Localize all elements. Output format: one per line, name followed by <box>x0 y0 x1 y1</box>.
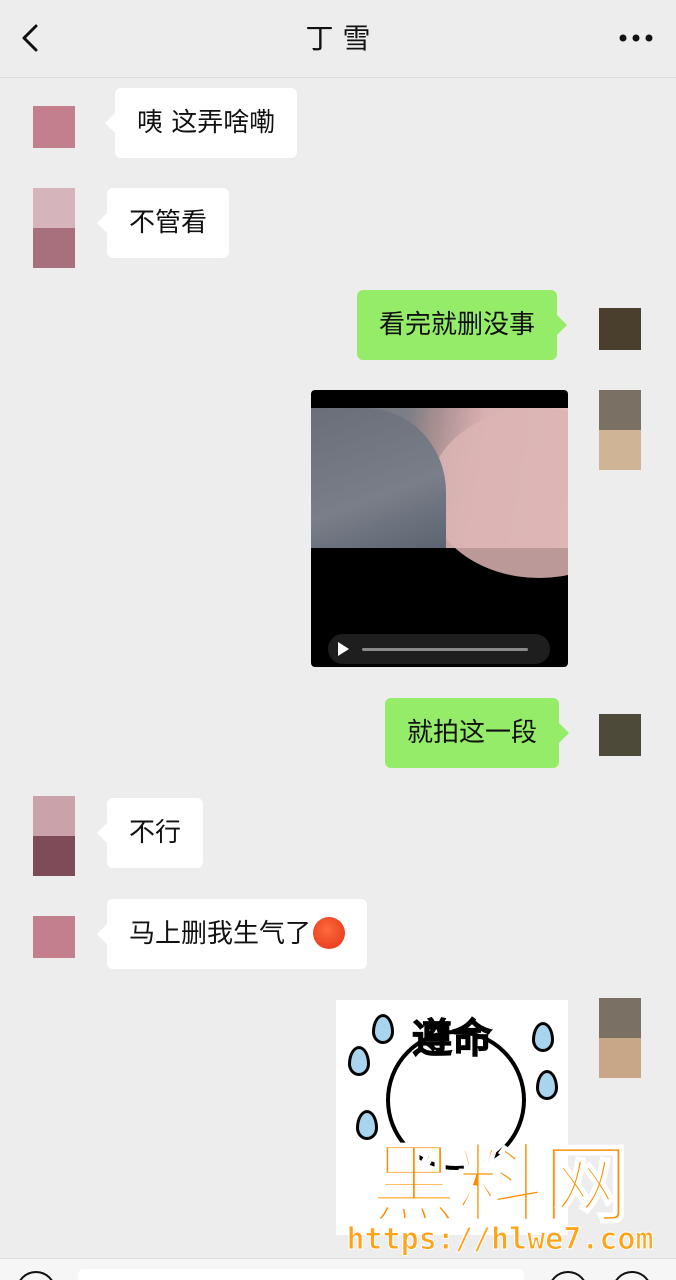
contact-avatar[interactable] <box>33 796 75 876</box>
add-button[interactable] <box>612 1271 652 1280</box>
sticker-caption: 遵命 <box>412 1016 493 1063</box>
chat-header: 丁 雪 <box>0 0 676 78</box>
contact-avatar[interactable] <box>33 916 75 958</box>
more-dots-icon <box>619 34 653 42</box>
contact-avatar[interactable] <box>33 188 75 268</box>
message-bubble-incoming[interactable]: 不管看 <box>96 188 230 258</box>
message-bubble-incoming[interactable]: 马上删我生气了 <box>96 899 368 969</box>
input-bar <box>0 1258 676 1280</box>
video-thumbnail <box>311 408 568 578</box>
emoji-button[interactable] <box>548 1271 588 1280</box>
watermark-url: https://hlwe7.com <box>346 1222 654 1258</box>
chat-title: 丁 雪 <box>305 22 371 55</box>
message-bubble-incoming[interactable]: 咦 这弄啥嘞 <box>104 88 298 158</box>
video-controls[interactable] <box>328 634 550 664</box>
more-button[interactable] <box>618 28 654 48</box>
my-avatar[interactable] <box>599 714 641 756</box>
my-avatar[interactable] <box>599 998 641 1078</box>
message-bubble-outgoing[interactable]: 看完就删没事 <box>357 290 568 360</box>
my-avatar[interactable] <box>599 308 641 350</box>
video-progress-bar[interactable] <box>362 648 528 651</box>
message-bubble-incoming[interactable]: 不行 <box>96 798 204 868</box>
sweat-drop-icon <box>536 1070 558 1100</box>
message-text: 马上删我生气了 <box>129 919 312 949</box>
my-avatar[interactable] <box>599 390 641 470</box>
voice-button[interactable] <box>16 1271 56 1280</box>
message-bubble-outgoing[interactable]: 就拍这一段 <box>385 698 570 768</box>
angry-face-icon <box>313 916 346 949</box>
video-message[interactable] <box>311 390 568 667</box>
message-input[interactable] <box>78 1269 524 1280</box>
contact-avatar[interactable] <box>33 106 75 148</box>
play-icon[interactable] <box>338 642 349 656</box>
